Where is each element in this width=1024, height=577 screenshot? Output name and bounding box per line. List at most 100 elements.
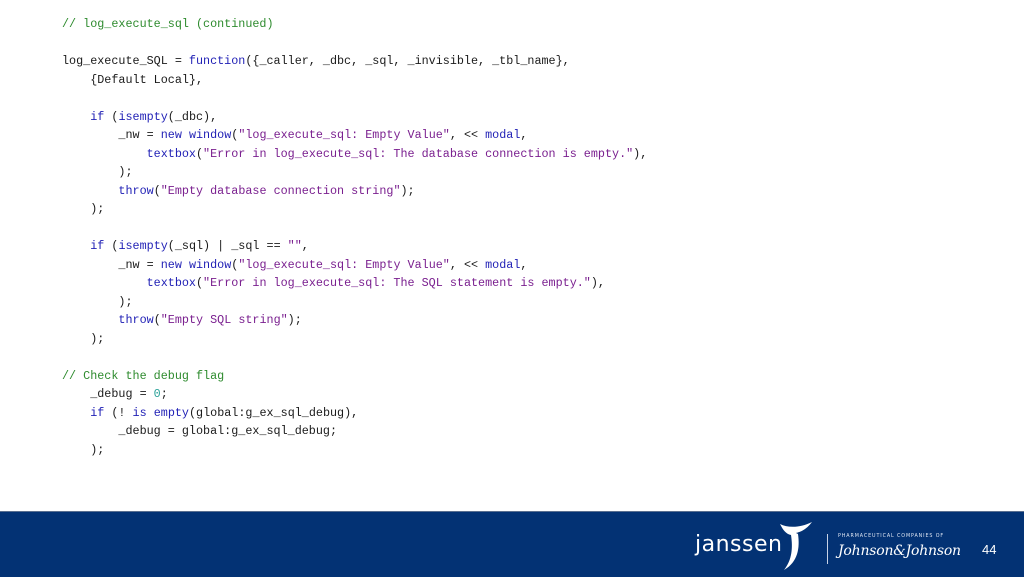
code-token-plain: ; [160,387,168,401]
code-line: {Default Local}, [62,71,647,90]
code-token-plain: , [520,128,528,142]
code-token-keyword: modal [485,128,521,142]
code-line: ); [62,330,647,349]
code-token-plain: (_dbc), [167,109,218,124]
code-token-string: "Error in log_execute_sql: The SQL state… [203,276,591,290]
code-token-plain: (! [104,405,133,420]
code-token-number: 0 [153,387,161,401]
code-line: _debug = global:g_ex_sql_debug; [62,422,647,441]
code-token-plain: (global:g_ex_sql_debug), [188,405,359,420]
code-token-plain: ); [62,202,105,216]
code-line: if (isempty(_sql) | _sql == "", [62,237,647,256]
code-token-plain: _nw = [62,128,161,142]
code-token-keyword: window [188,128,232,142]
code-line: ); [62,441,647,460]
code-token-plain: ( [153,313,161,327]
code-token-comment: // Check the debug flag [62,368,225,383]
code-token-plain: ({_caller, _dbc, _sql, _invisible, _tbl_… [245,54,570,68]
code-token-keyword: isempty [118,109,168,124]
code-line: textbox("Error in log_execute_sql: The d… [62,145,648,164]
code-token-plain: _debug = [62,387,154,401]
johnson-johnson-logo: Johnson&Johnson [838,543,961,559]
code-token-plain: ), [590,276,605,290]
code-token-plain: ( [195,276,204,290]
code-line: if (isempty(_dbc), [62,108,647,127]
code-token-plain: , [520,257,528,272]
page-number: 44 [982,542,997,557]
code-token-comment: // log_execute_sql (continued) [62,17,274,31]
pharma-caption: PHARMACEUTICAL COMPANIES OF [838,534,945,539]
code-line: if (! is empty(global:g_ex_sql_debug), [62,404,647,423]
code-token-plain: log_execute_SQL = [62,54,189,68]
code-token-plain: ( [153,183,161,198]
code-token-keyword: isempty [118,239,168,253]
code-line: _nw = new window("log_execute_sql: Empty… [62,256,647,275]
code-line: throw("Empty database connection string"… [62,182,647,201]
code-token-string: "log_execute_sql: Empty Value" [238,128,450,142]
code-token-keyword: if [90,109,105,124]
code-token-plain: ( [195,146,204,161]
code-token-plain: ( [104,239,119,253]
code-line: textbox("Error in log_execute_sql: The S… [62,274,647,293]
code-token-plain: , [301,239,309,253]
janssen-logo-icon [780,522,812,570]
code-block: // log_execute_sql (continued) log_execu… [62,15,647,459]
code-line: _debug = 0; [62,385,647,404]
code-token-keyword: modal [485,257,521,272]
code-token-string: "Empty database connection string" [160,183,401,198]
code-line: _nw = new window("log_execute_sql: Empty… [62,126,647,145]
code-token-string: "log_execute_sql: Empty Value" [238,257,450,272]
code-token-plain: ); [400,183,415,198]
code-token-plain: ); [287,313,302,327]
code-token-plain: ( [104,109,119,124]
code-token-keyword: window [188,257,232,272]
code-token-plain: ); [62,294,133,309]
code-line: throw("Empty SQL string"); [62,311,647,330]
code-token-string: "" [287,239,302,253]
code-token-keyword: empty [153,405,189,420]
code-token-plain: ); [62,331,105,346]
code-token-keyword: throw [118,313,154,327]
code-token-keyword: if [90,239,105,253]
code-token-keyword: is [132,405,147,420]
code-token-plain: _nw = [62,257,161,272]
code-token-string: "Error in log_execute_sql: The database … [203,146,634,161]
code-token-plain: ); [62,165,133,179]
code-line: ); [62,163,647,182]
code-token-keyword: textbox [146,146,196,161]
code-token-string: "Empty SQL string" [160,313,288,327]
code-token-plain: {Default Local}, [62,72,204,87]
code-line: log_execute_SQL = function({_caller, _db… [62,52,647,71]
code-line: // log_execute_sql (continued) [62,15,647,34]
code-token-keyword: textbox [146,276,196,290]
code-token-plain: _debug = global:g_ex_sql_debug; [62,424,337,438]
code-token-plain: , << [449,128,486,142]
code-line: ); [62,200,647,219]
footer-bar: janssen PHARMACEUTICAL COMPANIES OF John… [0,511,1024,577]
code-token-keyword: if [90,405,105,420]
code-line: ); [62,293,647,312]
logo-divider [827,534,828,564]
code-line: // Check the debug flag [62,367,647,386]
code-token-plain: ), [633,146,648,161]
code-token-plain: (_sql) | _sql == [167,239,288,253]
code-token-keyword: new [160,128,182,142]
janssen-logo-text: janssen [695,532,783,557]
code-token-keyword: function [188,54,246,68]
code-token-keyword: new [160,257,182,272]
code-token-plain: ); [62,442,105,457]
